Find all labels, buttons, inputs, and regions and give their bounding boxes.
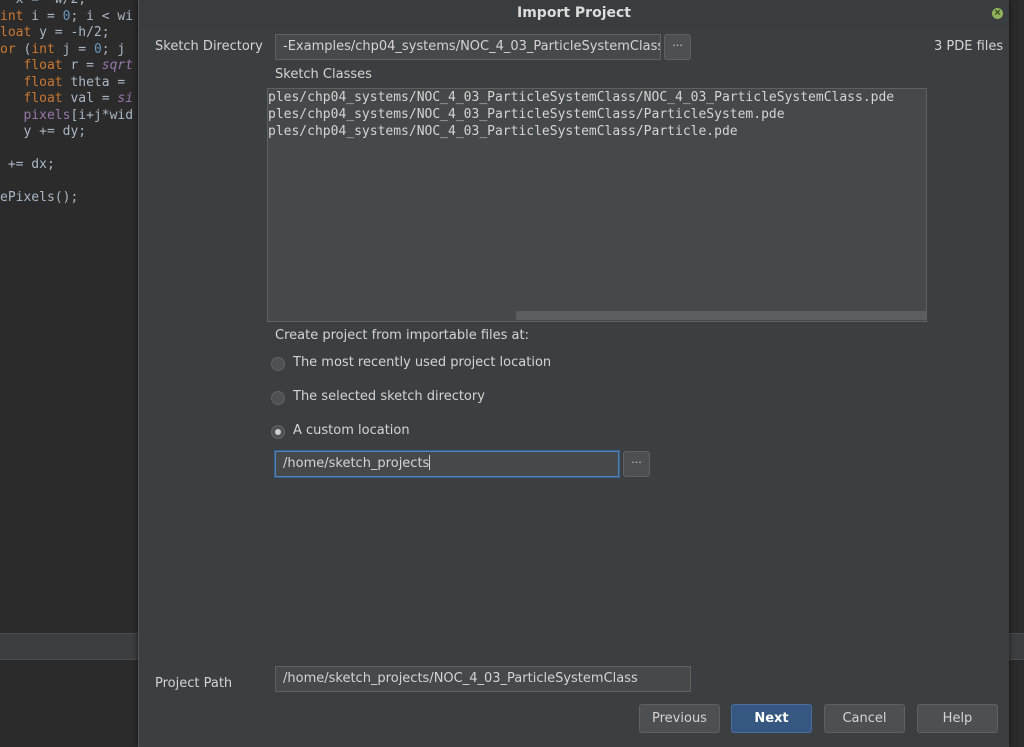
sketch-classes-list[interactable]: ples/chp04_systems/NOC_4_03_ParticleSyst… [267, 88, 927, 322]
code-line: x = -w/2; [0, 0, 86, 9]
scrollbar-thumb[interactable] [516, 311, 926, 320]
list-item[interactable]: ples/chp04_systems/NOC_4_03_ParticleSyst… [268, 106, 785, 123]
next-button[interactable]: Next [731, 704, 812, 733]
code-line: y += dy; [0, 124, 87, 139]
sketch-directory-browse-button[interactable]: ··· [664, 34, 691, 60]
sketch-classes-label: Sketch Classes [275, 67, 372, 82]
custom-location-browse-button[interactable]: ··· [623, 451, 650, 477]
code-line: ePixels(); [0, 190, 79, 205]
option-label: The selected sketch directory [293, 389, 485, 404]
radio-custom-location[interactable] [271, 425, 285, 439]
code-line: or (int j = 0; j [0, 41, 126, 57]
import-project-dialog: Import Project × Sketch Directory -Examp… [138, 0, 1009, 747]
custom-location-input[interactable]: /home/sketch_projects [275, 451, 619, 477]
project-path-field[interactable]: /home/sketch_projects/NOC_4_03_ParticleS… [275, 666, 691, 692]
code-line: int i = 0; i < wi [0, 8, 134, 24]
horizontal-scrollbar[interactable] [268, 308, 926, 321]
code-line: float r = sqrt [23, 58, 134, 73]
text-caret [429, 455, 431, 470]
option-label: A custom location [293, 423, 410, 438]
previous-button[interactable]: Previous [639, 704, 720, 733]
list-item[interactable]: ples/chp04_systems/NOC_4_03_ParticleSyst… [268, 89, 894, 106]
code-line: loat y = -h/2; [0, 25, 110, 40]
dialog-title: Import Project [517, 5, 631, 21]
sketch-directory-field[interactable]: -Examples/chp04_systems/NOC_4_03_Particl… [275, 34, 661, 60]
radio-sketch-directory[interactable] [271, 391, 285, 405]
right-status-strip [1008, 633, 1024, 660]
radio-recent-location[interactable] [271, 357, 285, 371]
help-button[interactable]: Help [917, 704, 998, 733]
code-line: float theta = [23, 74, 126, 90]
cancel-button[interactable]: Cancel [824, 704, 905, 733]
sketch-directory-label: Sketch Directory [155, 39, 263, 54]
list-item[interactable]: ples/chp04_systems/NOC_4_03_ParticleSyst… [268, 123, 738, 140]
dialog-titlebar: Import Project × [139, 0, 1009, 28]
code-line: pixels[i+j*wid [23, 107, 134, 123]
code-line: float val = si [23, 91, 134, 106]
option-label: The most recently used project location [293, 355, 552, 370]
custom-location-value: /home/sketch_projects [283, 456, 430, 471]
project-path-label: Project Path [155, 676, 233, 691]
code-line: += dx; [0, 157, 55, 172]
create-from-label: Create project from importable files at: [275, 328, 529, 343]
editor-status-strip [0, 633, 140, 660]
pde-file-count: 3 PDE files [934, 39, 1004, 54]
close-icon[interactable]: × [992, 8, 1003, 19]
